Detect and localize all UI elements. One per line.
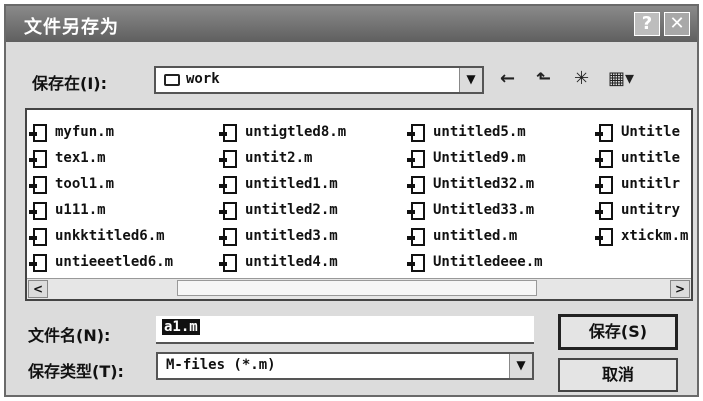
m-file-icon — [29, 176, 47, 194]
m-file-icon — [219, 150, 237, 168]
filename-value: a1.m — [162, 319, 200, 335]
m-file-icon — [219, 254, 237, 272]
horizontal-scrollbar[interactable]: < > — [27, 278, 691, 299]
save-in-label: 保存在(I): — [32, 74, 107, 93]
new-folder-icon[interactable]: ✳ — [574, 68, 589, 90]
save-type-dropdown[interactable]: M-files (*.m) ▼ — [156, 352, 534, 380]
chevron-down-icon[interactable]: ▼ — [509, 354, 532, 378]
save-in-value: work — [186, 71, 220, 87]
filename-label: 文件名(N): — [28, 326, 111, 345]
help-button[interactable]: ? — [634, 12, 660, 36]
dialog-title: 文件另存为 — [24, 17, 119, 38]
back-icon[interactable]: ← — [500, 68, 515, 90]
save-type-label: 保存类型(T): — [28, 362, 124, 381]
scroll-right-button[interactable]: > — [670, 280, 690, 298]
save-button[interactable]: 保存(S) — [558, 314, 678, 350]
m-file-icon — [595, 176, 613, 194]
m-file-icon — [407, 228, 425, 246]
save-type-value: M-files (*.m) — [166, 357, 276, 373]
cancel-button[interactable]: 取消 — [558, 358, 678, 392]
m-file-icon — [407, 124, 425, 142]
m-file-icon — [595, 150, 613, 168]
m-file-icon — [29, 150, 47, 168]
m-file-icon — [29, 254, 47, 272]
chevron-down-icon[interactable]: ▼ — [459, 68, 482, 92]
m-file-icon — [407, 202, 425, 220]
m-file-icon — [219, 202, 237, 220]
m-file-icon — [219, 124, 237, 142]
m-file-icon — [595, 202, 613, 220]
save-as-dialog: 文件另存为 ? ✕ 保存在(I): work ▼ ← ⬑ ✳ ▦▾ myfun.… — [4, 4, 699, 397]
close-button[interactable]: ✕ — [664, 12, 690, 36]
m-file-icon — [407, 254, 425, 272]
m-file-icon — [219, 228, 237, 246]
filename-field[interactable]: a1.m — [156, 316, 534, 344]
scrollbar-thumb[interactable] — [177, 280, 537, 296]
views-menu-icon[interactable]: ▦▾ — [608, 68, 634, 90]
m-file-icon — [407, 150, 425, 168]
up-folder-icon[interactable]: ⬑ — [536, 68, 551, 90]
m-file-icon — [29, 202, 47, 220]
m-file-icon — [595, 228, 613, 246]
folder-icon — [164, 74, 180, 86]
title-bar[interactable]: 文件另存为 ? ✕ — [6, 6, 697, 42]
save-in-dropdown[interactable]: work ▼ — [154, 66, 484, 94]
scroll-left-button[interactable]: < — [28, 280, 48, 298]
m-file-icon — [595, 124, 613, 142]
m-file-icon — [29, 124, 47, 142]
file-list[interactable]: myfun.m tex1.m tool1.m u111.m unkktitled… — [25, 108, 693, 301]
m-file-icon — [29, 228, 47, 246]
m-file-icon — [407, 176, 425, 194]
m-file-icon — [219, 176, 237, 194]
